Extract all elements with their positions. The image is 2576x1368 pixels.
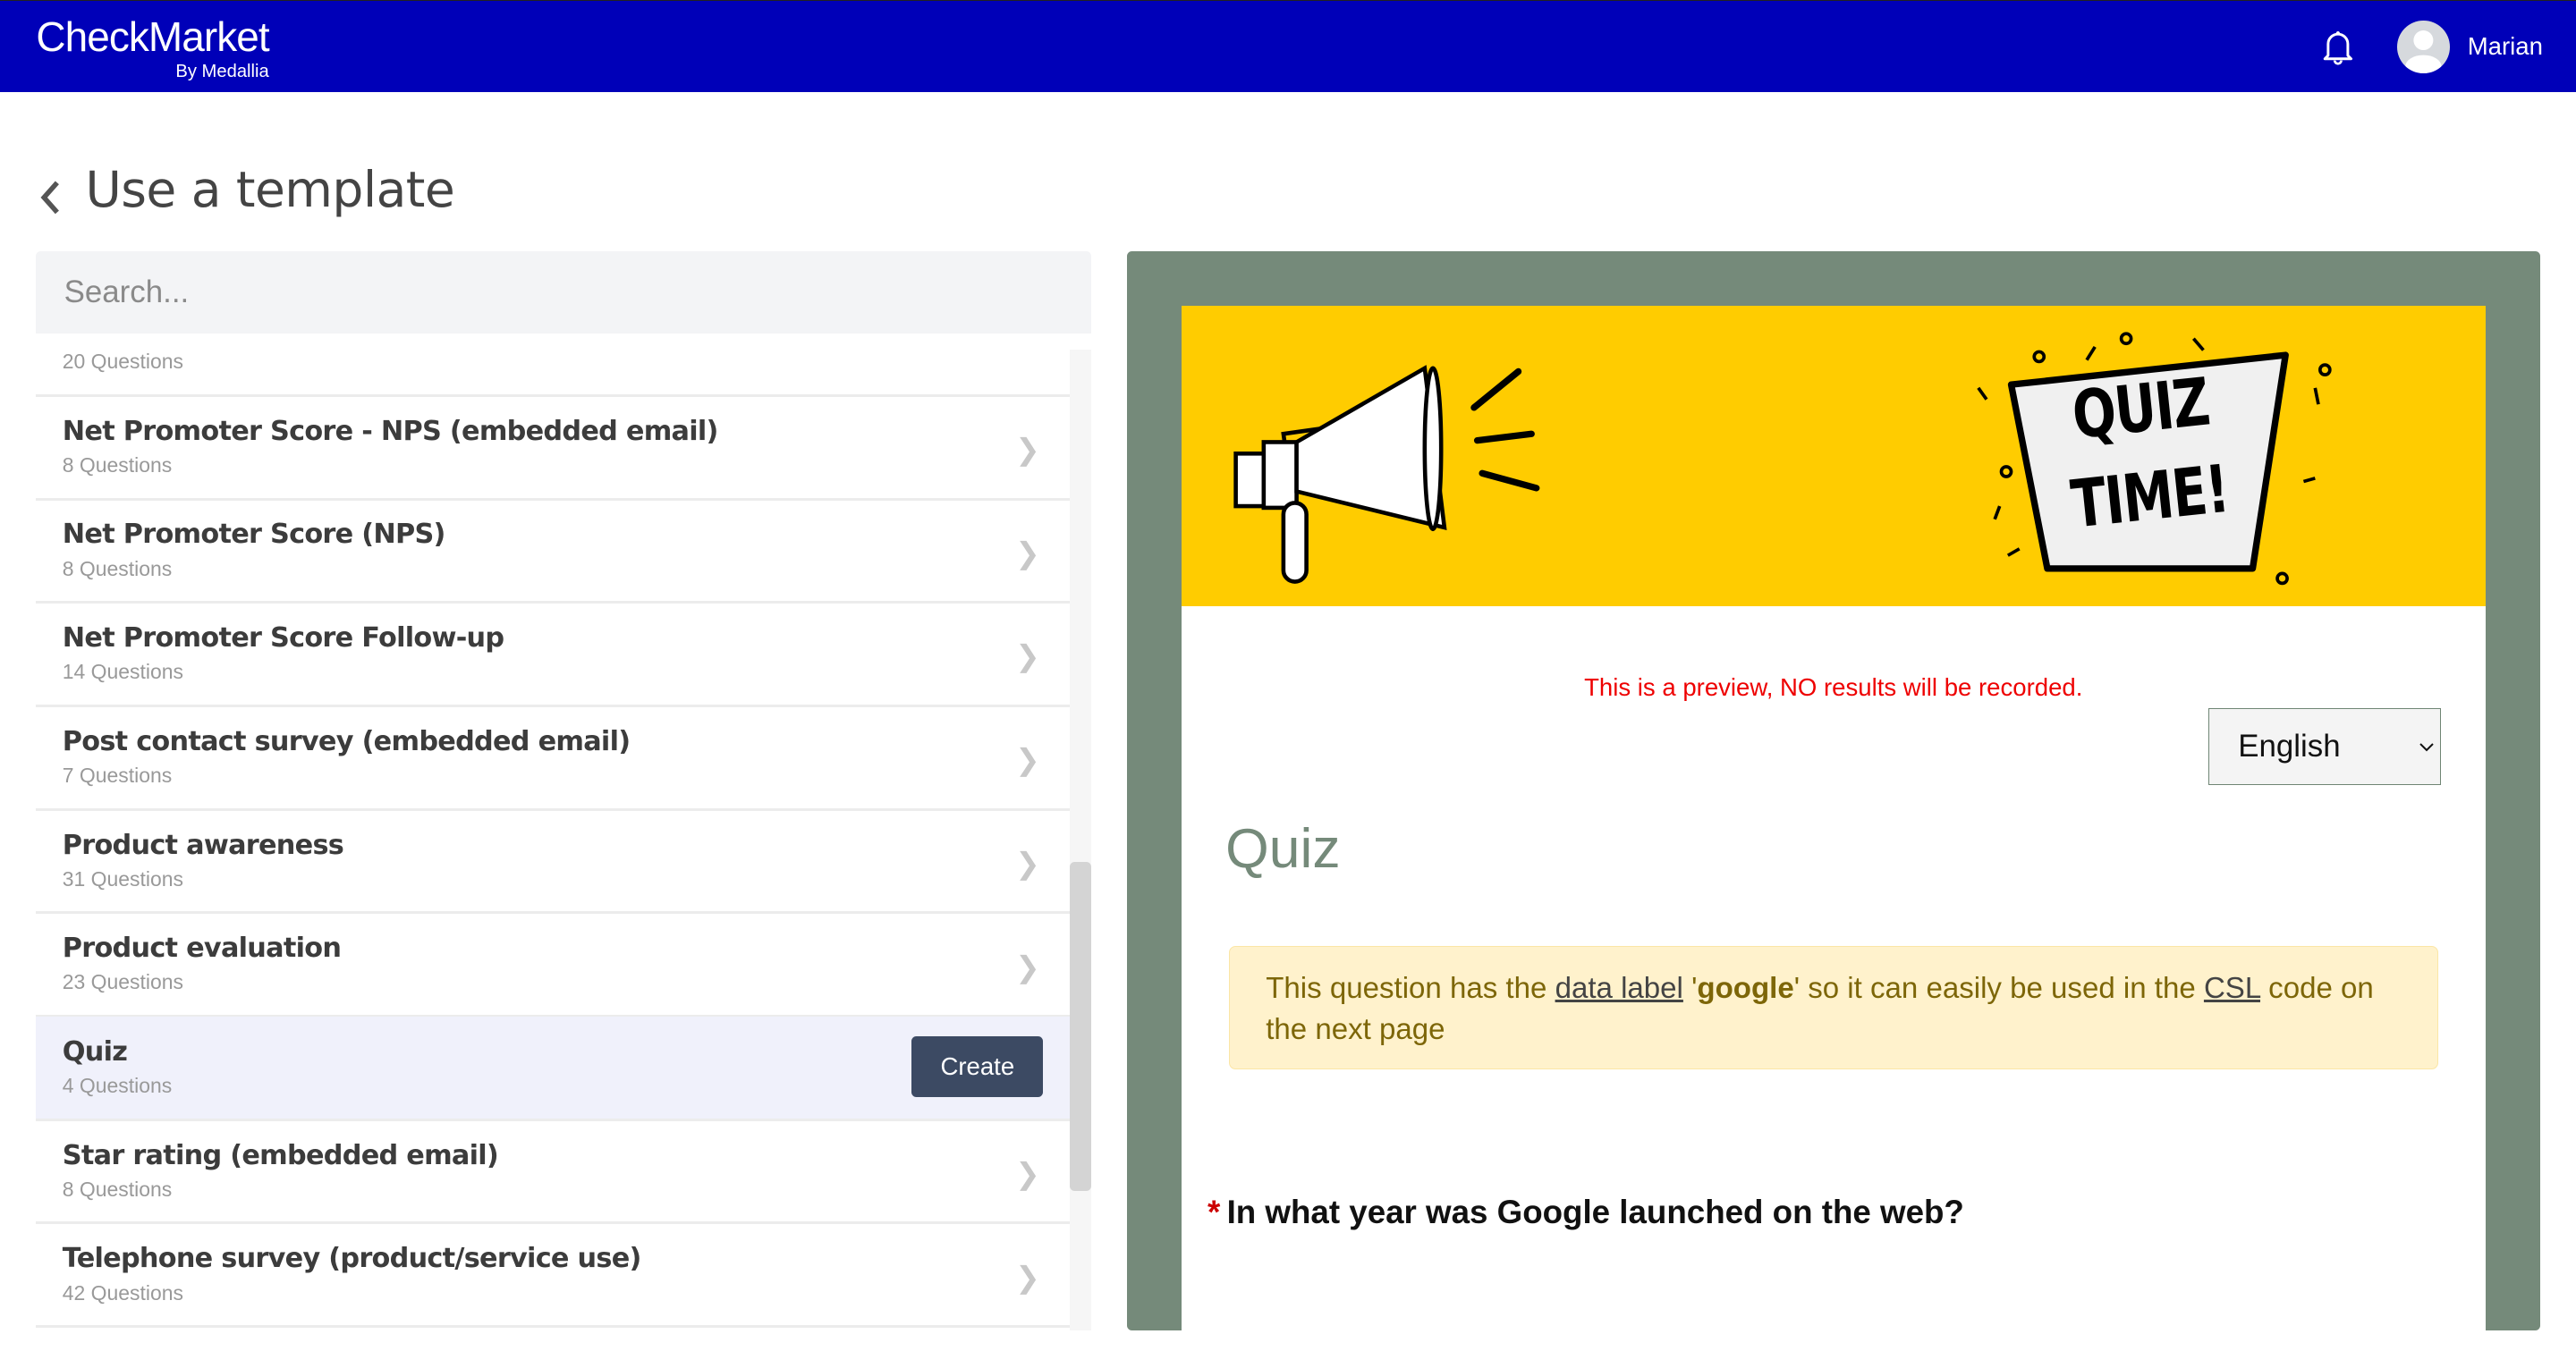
question-count: 8 Questions [62,452,173,477]
checkmarket-logo[interactable]: CheckMarket By Medallia [36,13,269,81]
question-count: 31 Questions [62,866,183,891]
data-label-alert: This question has the data label 'google… [1228,945,2438,1069]
list-item[interactable]: Net Promoter Score (NPS) 8 Questions ❯ [36,499,1070,604]
question-count: 8 Questions [62,556,173,580]
template-title: Product evaluation [62,933,342,965]
survey-preview: QUIZ TIME! This is a preview, NO results… [1126,251,2540,1330]
scrollbar[interactable] [1069,350,1091,1330]
search-input[interactable] [36,251,1091,334]
template-title: Post contact survey (embedded email) [62,725,631,757]
template-title: Net Promoter Score Follow-up [62,622,504,654]
question-count: 8 Questions [62,1177,173,1201]
chevron-right-icon: ❯ [1015,536,1040,570]
list-item[interactable]: Net Promoter Score - NPS (embedded email… [36,396,1070,501]
question-count: 4 Questions [62,1074,173,1098]
quiz-banner-image: QUIZ TIME! [1181,305,2486,606]
chevron-right-icon: ❯ [1015,640,1040,674]
preview-page: QUIZ TIME! This is a preview, NO results… [1181,305,2486,1330]
chevron-right-icon: ❯ [1015,1158,1040,1192]
avatar[interactable] [2396,21,2450,73]
question-count: 14 Questions [62,660,183,684]
csl-link[interactable]: CSL [2204,972,2260,1005]
survey-title: Quiz [1225,816,1341,880]
question-count: 42 Questions [62,1280,183,1305]
chevron-right-icon: ❯ [1015,847,1040,881]
chevron-right-icon: ❯ [1015,434,1040,468]
list-item[interactable]: Star rating (embedded email) 8 Questions ❯ [36,1120,1070,1225]
template-title: Net Promoter Score - NPS (embedded email… [62,415,719,447]
template-list: 20 Questions Net Promoter Score - NPS (e… [36,334,1070,1330]
list-item[interactable]: Net Promoter Score Follow-up 14 Questions… [36,603,1070,707]
data-label-link[interactable]: data label [1555,972,1683,1005]
create-button[interactable]: Create [911,1035,1044,1097]
template-title: Telephone survey (product/service use) [62,1243,642,1275]
chevron-right-icon: ❯ [1015,950,1040,984]
brand-name: CheckMarket [36,13,269,60]
template-title: Product awareness [62,829,344,861]
page-title: Use a template [85,160,455,218]
top-header: CheckMarket By Medallia Marian [0,0,2576,92]
question-count: 7 Questions [62,764,173,788]
list-item[interactable]: 20 Questions [36,334,1070,397]
chevron-right-icon: ❯ [1015,744,1040,778]
template-title: Quiz [62,1035,128,1068]
scrollbar-thumb[interactable] [1069,862,1091,1191]
list-item[interactable]: Product awareness 31 Questions ❯ [36,809,1070,915]
brand-sub: By Medallia [175,61,269,81]
question-count: 23 Questions [62,970,183,994]
required-marker: * [1207,1194,1221,1231]
list-item[interactable]: Telephone survey (product/service use) 42… [36,1223,1070,1329]
question-text: * In what year was Google launched on the… [1207,1194,1964,1231]
list-item[interactable]: Quiz 4 Questions Create [36,1016,1070,1121]
list-item[interactable]: Post contact survey (embedded email) 7 Qu… [36,706,1070,811]
megaphone-illustration [1233,331,2332,585]
user-name[interactable]: Marian [2468,32,2543,61]
back-chevron-icon[interactable] [36,176,65,219]
question-count: 20 Questions [62,350,183,374]
list-item[interactable]: Product evaluation 23 Questions ❯ [36,913,1070,1018]
chevron-right-icon: ❯ [1015,1261,1040,1295]
preview-notice: This is a preview, NO results will be re… [1584,673,2083,702]
bell-icon[interactable] [2317,26,2360,69]
language-select[interactable]: English [2207,707,2442,785]
quiz-time-text: QUIZ TIME! [2068,364,2233,544]
template-title: Net Promoter Score (NPS) [62,519,446,551]
user-icon [2404,30,2442,73]
template-title: Star rating (embedded email) [62,1139,499,1171]
